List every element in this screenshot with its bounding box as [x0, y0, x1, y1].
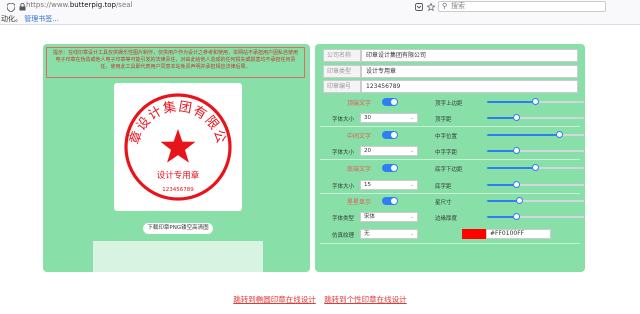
top-text-size-value: 30 [364, 115, 371, 121]
divider [320, 126, 580, 127]
star-size-slider[interactable] [487, 197, 584, 204]
seal-star [160, 129, 196, 163]
search-input[interactable]: ⚲ 搜索 [438, 1, 606, 12]
bottom-text-label: 底端文字 [347, 166, 372, 173]
address-bar[interactable]: https://www.butterpig.top/seal [26, 1, 133, 9]
chevron-down-icon: ⌄ [409, 231, 414, 237]
color-picker-swatch[interactable] [462, 229, 486, 239]
footer-links: 跳转到椭圆印章在线设计 跳转到个性印章在线设计 [0, 294, 640, 305]
ellipse-seal-link[interactable]: 跳转到椭圆印章在线设计 [233, 295, 316, 304]
top-text-size-label: 字体大小 [331, 117, 354, 123]
mid-spacing-slider[interactable] [487, 147, 584, 154]
url-path: /seal [115, 1, 133, 9]
seal-type-row: 印章类型 设计专用章 [323, 65, 578, 78]
disclaimer-notice: 提示：在线印章设计工具仅供娱乐性图片制作，仅供用户作为设计之参考和使用，本网站不… [46, 47, 305, 78]
url-scheme: https://www. [26, 1, 70, 9]
texture-value: 无 [364, 231, 370, 237]
chevron-down-icon: ⌄ [409, 214, 414, 220]
small-preview-box [93, 241, 263, 272]
mid-text-toggle[interactable] [382, 131, 398, 139]
seal-company-text: 印章设计集团有限公司 [114, 83, 229, 146]
bottom-margin-label: 底字下边距 [435, 167, 463, 173]
bottom-text-size-label: 字体大小 [331, 184, 354, 190]
search-placeholder: 搜索 [451, 2, 465, 10]
top-spacing-slider[interactable] [487, 114, 584, 121]
font-type-select[interactable]: 宋体 ⌄ [360, 212, 418, 222]
bookmarks-bar: 动化。 管理书签... [0, 14, 640, 25]
star-size-label: 星尺寸 [435, 200, 452, 206]
download-png-button[interactable]: 下载印章PNG镂空高清图 [143, 223, 213, 234]
top-margin-label: 顶字上边距 [435, 101, 463, 107]
font-type-label: 字体类型 [331, 216, 354, 222]
mid-text-size-value: 20 [364, 148, 371, 154]
divider [320, 243, 580, 244]
seal-canvas: 印章设计集团有限公司 设计专用章 123456789 [107, 72, 242, 211]
company-name-label: 公司名称 [323, 49, 361, 62]
mid-position-slider[interactable] [487, 131, 584, 138]
color-hex-input[interactable]: #FF0100FF [486, 229, 551, 239]
chevron-down-icon: ⌄ [409, 182, 414, 188]
seal-number-label: 印章编号 [323, 80, 361, 93]
border-thickness-slider[interactable] [487, 213, 584, 220]
mid-text-size-select[interactable]: 20 ⌄ [360, 146, 418, 156]
company-name-row: 公司名称 印章设计集团有限公司 [323, 49, 578, 62]
divider [320, 159, 580, 160]
bottom-margin-slider[interactable] [487, 164, 584, 171]
top-text-size-select[interactable]: 30 ⌄ [360, 113, 418, 123]
seal-number-row: 印章编号 123456789 [323, 80, 578, 93]
chevron-down-icon: ⌄ [409, 148, 414, 154]
star-bookmark-icon[interactable] [424, 0, 438, 14]
seal-number-input[interactable]: 123456789 [361, 80, 578, 93]
texture-label: 仿真纹理 [331, 233, 354, 239]
company-name-input[interactable]: 印章设计集团有限公司 [361, 49, 578, 62]
font-type-value: 宋体 [364, 214, 376, 220]
texture-select[interactable]: 无 ⌄ [360, 229, 418, 239]
seal-type-label: 印章类型 [323, 65, 361, 78]
browser-toolbar: https://www.butterpig.top/seal ⚲ 搜索 [0, 0, 640, 14]
custom-seal-link[interactable]: 跳转到个性印章在线设计 [324, 295, 407, 304]
star-display-toggle[interactable] [382, 197, 398, 205]
mid-spacing-label: 中字字距 [435, 150, 458, 156]
seal-image: 印章设计集团有限公司 设计专用章 123456789 [107, 72, 232, 201]
seal-type-input[interactable]: 设计专用章 [361, 65, 578, 78]
bottom-spacing-label: 底字距 [435, 184, 452, 190]
bottom-text-toggle[interactable] [382, 164, 398, 172]
top-spacing-label: 顶字距 [435, 117, 452, 123]
mid-text-size-label: 字体大小 [331, 150, 354, 156]
search-icon: ⚲ [442, 2, 448, 10]
url-host: butterpig.top [69, 1, 116, 9]
top-text-label: 顶端文字 [347, 100, 372, 107]
top-text-toggle[interactable] [382, 98, 398, 106]
seal-number-text: 123456789 [162, 187, 194, 193]
divider [320, 193, 580, 194]
bottom-spacing-slider[interactable] [487, 181, 584, 188]
mid-position-label: 中字位置 [435, 134, 458, 140]
seal-type-text: 设计专用章 [157, 170, 200, 181]
bookmarks-prefix: 动化。 [1, 15, 22, 23]
star-display-label: 星星显示 [347, 199, 372, 206]
manage-bookmarks-link[interactable]: 管理书签... [24, 15, 59, 23]
border-thickness-label: 边缘厚度 [435, 216, 458, 222]
mid-text-label: 中间文字 [347, 133, 372, 140]
bottom-text-size-value: 15 [364, 182, 371, 188]
top-margin-slider[interactable] [487, 98, 584, 105]
bottom-text-size-select[interactable]: 15 ⌄ [360, 180, 418, 190]
chevron-down-icon: ⌄ [409, 115, 414, 121]
